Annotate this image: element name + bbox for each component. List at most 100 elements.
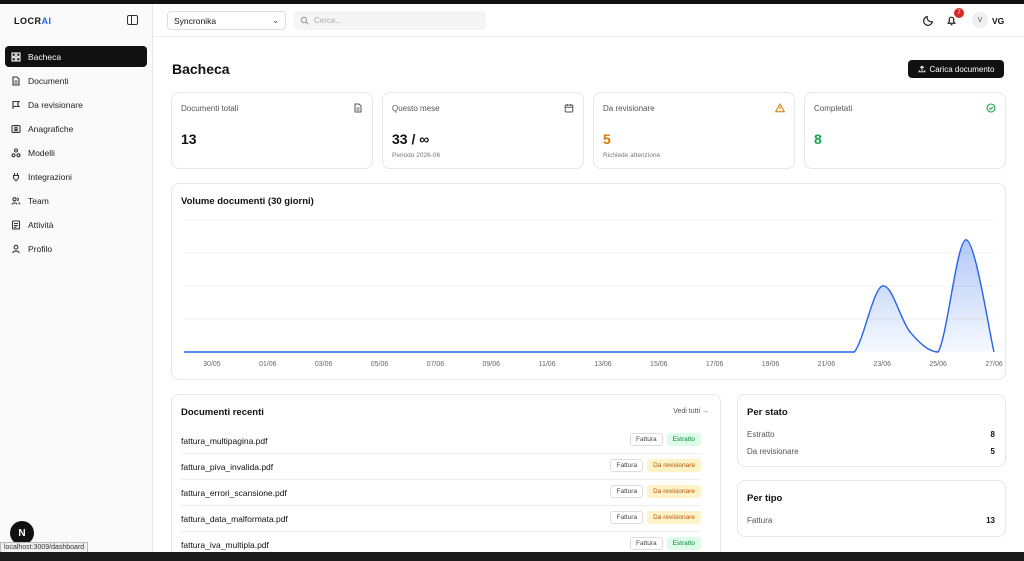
- data-point: [490, 351, 492, 353]
- upload-button-label: Carica documento: [929, 64, 995, 74]
- data-point: [295, 351, 297, 353]
- x-tick-label: 23/06: [874, 361, 892, 368]
- org-select[interactable]: Syncronika ⌄: [167, 11, 286, 30]
- check-circle-icon: [986, 103, 996, 113]
- table-row[interactable]: fattura_errori_scansione.pdf Fattura Da r…: [181, 480, 701, 506]
- data-point: [407, 351, 409, 353]
- org-select-value: Syncronika: [174, 16, 217, 26]
- sidebar-item-label: Da revisionare: [28, 99, 83, 110]
- file-icon: [354, 103, 362, 113]
- window-bottom-bar: [0, 552, 1024, 561]
- data-point: [826, 351, 828, 353]
- by-type-card: Per tipo Fattura 13: [737, 480, 1006, 537]
- status-badge: Da revisionare: [647, 459, 701, 472]
- by-type-title: Per tipo: [747, 493, 783, 504]
- sidebar-item-da-revisionare[interactable]: Da revisionare: [5, 94, 147, 115]
- table-row[interactable]: fattura_multipagina.pdf Fattura Estratto: [181, 428, 701, 454]
- sidebar-item-attivita[interactable]: Attività: [5, 214, 147, 235]
- data-point: [574, 351, 576, 353]
- table-row[interactable]: fattura_data_malformata.pdf Fattura Da re…: [181, 506, 701, 532]
- sidebar-item-team[interactable]: Team: [5, 190, 147, 211]
- document-name: fattura_multipagina.pdf: [181, 436, 268, 446]
- stat-sub: Periodo 2026-06: [392, 152, 441, 159]
- data-point: [854, 351, 856, 353]
- data-point: [630, 351, 632, 353]
- view-all-link[interactable]: Vedi tutti →: [673, 408, 709, 415]
- stat-label: Documenti totali: [181, 104, 239, 113]
- sidebar-item-label: Modelli: [28, 147, 55, 158]
- data-point: [770, 351, 772, 353]
- dashboard-icon: [11, 51, 21, 62]
- logo-accent: AI: [41, 16, 52, 26]
- theme-toggle-icon[interactable]: [923, 15, 934, 26]
- data-point: [183, 351, 185, 353]
- data-point: [658, 351, 660, 353]
- stat-card-month: Questo mese 33 / ∞ Periodo 2026-06: [382, 92, 584, 169]
- status-row-value: 5: [990, 447, 995, 456]
- user-initials[interactable]: VG: [992, 16, 1004, 26]
- flag-icon: [11, 100, 21, 110]
- data-point: [351, 351, 353, 353]
- x-tick-label: 25/06: [929, 361, 947, 368]
- sidebar-item-profilo[interactable]: Profilo: [5, 238, 147, 259]
- status-row-value: 8: [990, 430, 995, 439]
- type-row-label: Fattura: [747, 516, 773, 525]
- file-icon: [11, 75, 21, 86]
- type-badge: Fattura: [610, 459, 644, 472]
- status-row: Estratto 8: [747, 430, 995, 439]
- status-badge: Da revisionare: [647, 511, 701, 524]
- status-badge: Estratto: [666, 433, 701, 446]
- status-row: Da revisionare 5: [747, 447, 995, 456]
- x-tick-label: 30/05: [203, 361, 221, 368]
- activity-icon: [11, 219, 21, 230]
- data-point: [993, 351, 995, 353]
- document-name: fattura_iva_multipla.pdf: [181, 540, 269, 550]
- data-point: [798, 351, 800, 353]
- document-name: fattura_piva_invalida.pdf: [181, 462, 274, 472]
- shapes-icon: [11, 147, 21, 158]
- upload-document-button[interactable]: Carica documento: [908, 60, 1004, 78]
- sidebar-item-bacheca[interactable]: Bacheca: [5, 46, 147, 67]
- sidebar-item-label: Integrazioni: [28, 171, 72, 182]
- document-name: fattura_data_malformata.pdf: [181, 514, 288, 524]
- status-row-label: Da revisionare: [747, 447, 799, 456]
- data-point: [323, 351, 325, 353]
- x-tick-label: 17/06: [706, 361, 724, 368]
- recent-documents-card: Documenti recenti Vedi tutti → fattura_m…: [171, 394, 721, 561]
- data-point: [602, 351, 604, 353]
- data-point: [686, 351, 688, 353]
- x-tick-label: 15/06: [650, 361, 668, 368]
- sidebar-toggle-icon[interactable]: [127, 15, 138, 25]
- chevron-down-icon: ⌄: [272, 16, 279, 25]
- team-icon: [11, 196, 21, 206]
- calendar-icon: [564, 104, 574, 113]
- type-badge: Fattura: [610, 511, 644, 524]
- data-point: [518, 351, 520, 353]
- data-point: [211, 351, 213, 353]
- sidebar-item-label: Team: [28, 195, 49, 206]
- data-point: [463, 351, 465, 353]
- data-point: [937, 351, 939, 353]
- table-row[interactable]: fattura_piva_invalida.pdf Fattura Da revi…: [181, 454, 701, 480]
- app-logo[interactable]: LOCRAI: [14, 16, 52, 26]
- data-point: [546, 351, 548, 353]
- series-area: [184, 239, 994, 352]
- sidebar-item-integrazioni[interactable]: Integrazioni: [5, 166, 147, 187]
- by-status-title: Per stato: [747, 407, 788, 418]
- sidebar-item-modelli[interactable]: Modelli: [5, 142, 147, 163]
- sidebar-item-anagrafiche[interactable]: Anagrafiche: [5, 118, 147, 139]
- type-badge: Fattura: [630, 433, 663, 446]
- avatar[interactable]: V: [972, 12, 988, 28]
- sidebar-item-documenti[interactable]: Documenti: [5, 70, 147, 91]
- search-placeholder: Cerca...: [314, 16, 343, 25]
- user-icon: [11, 244, 21, 254]
- sidebar-item-label: Documenti: [28, 75, 69, 86]
- recent-documents-title: Documenti recenti: [181, 407, 264, 418]
- search-input[interactable]: Cerca...: [294, 11, 486, 30]
- x-tick-label: 21/06: [818, 361, 836, 368]
- type-badge: Fattura: [630, 537, 663, 550]
- data-point: [909, 331, 912, 333]
- stat-sub: Richiede attenzione: [603, 152, 661, 159]
- x-tick-label: 19/06: [762, 361, 780, 368]
- page-title: Bacheca: [172, 61, 230, 77]
